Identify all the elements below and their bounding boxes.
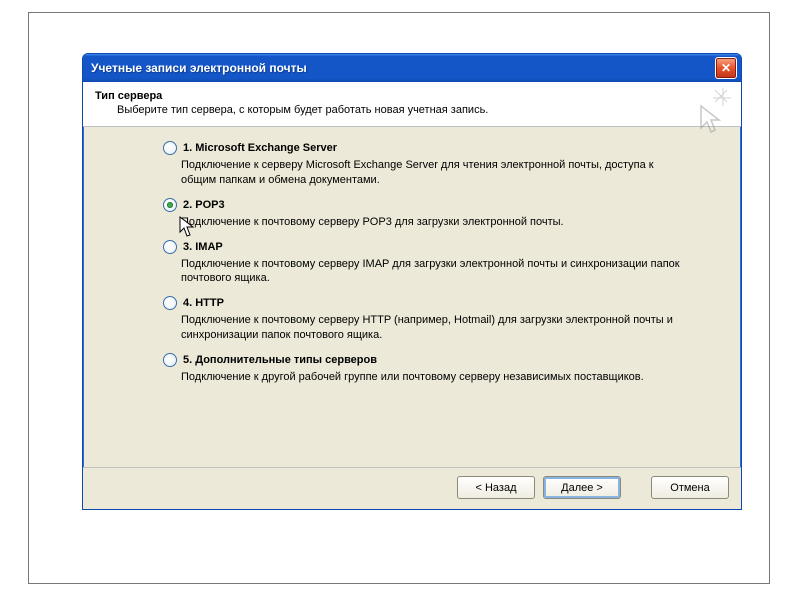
cancel-button[interactable]: Отмена <box>651 476 729 499</box>
wizard-footer: < Назад Далее > Отмена <box>83 467 741 509</box>
option-label: 1. Microsoft Exchange Server <box>183 142 337 154</box>
option-description: Подключение к почтовому серверу HTTP (на… <box>181 313 691 343</box>
header-subtitle: Выберите тип сервера, с которым будет ра… <box>117 104 729 116</box>
spacer <box>629 476 643 499</box>
option-label: 2. POP3 <box>183 199 225 211</box>
option-additional: 5. Дополнительные типы серверов Подключе… <box>163 353 721 385</box>
radio-additional[interactable] <box>163 353 177 367</box>
radio-http[interactable] <box>163 296 177 310</box>
option-pop3: 2. POP3 Подключение к почтовому серверу … <box>163 198 721 230</box>
option-exchange: 1. Microsoft Exchange Server Подключение… <box>163 141 721 188</box>
titlebar[interactable]: Учетные записи электронной почты ✕ <box>83 54 741 82</box>
option-description: Подключение к почтовому серверу IMAP для… <box>181 257 691 287</box>
wizard-body: 1. Microsoft Exchange Server Подключение… <box>83 127 741 467</box>
radio-pop3[interactable] <box>163 198 177 212</box>
radio-imap[interactable] <box>163 240 177 254</box>
option-description: Подключение к почтовому серверу POP3 для… <box>181 215 691 230</box>
next-button[interactable]: Далее > <box>543 476 621 499</box>
wizard-header: Тип сервера Выберите тип сервера, с кото… <box>83 82 741 127</box>
back-button[interactable]: < Назад <box>457 476 535 499</box>
radio-exchange[interactable] <box>163 141 177 155</box>
option-imap: 3. IMAP Подключение к почтовому серверу … <box>163 240 721 287</box>
option-label: 3. IMAP <box>183 241 223 253</box>
header-title: Тип сервера <box>95 90 729 102</box>
cursor-decoration-icon <box>683 88 731 136</box>
dialog-window: Учетные записи электронной почты ✕ Тип с… <box>82 53 742 510</box>
option-http: 4. HTTP Подключение к почтовому серверу … <box>163 296 721 343</box>
close-icon: ✕ <box>721 61 731 75</box>
option-label: 4. HTTP <box>183 297 224 309</box>
close-button[interactable]: ✕ <box>715 57 737 79</box>
window-title: Учетные записи электронной почты <box>91 61 715 75</box>
option-description: Подключение к серверу Microsoft Exchange… <box>181 158 691 188</box>
option-label: 5. Дополнительные типы серверов <box>183 354 377 366</box>
option-description: Подключение к другой рабочей группе или … <box>181 370 691 385</box>
